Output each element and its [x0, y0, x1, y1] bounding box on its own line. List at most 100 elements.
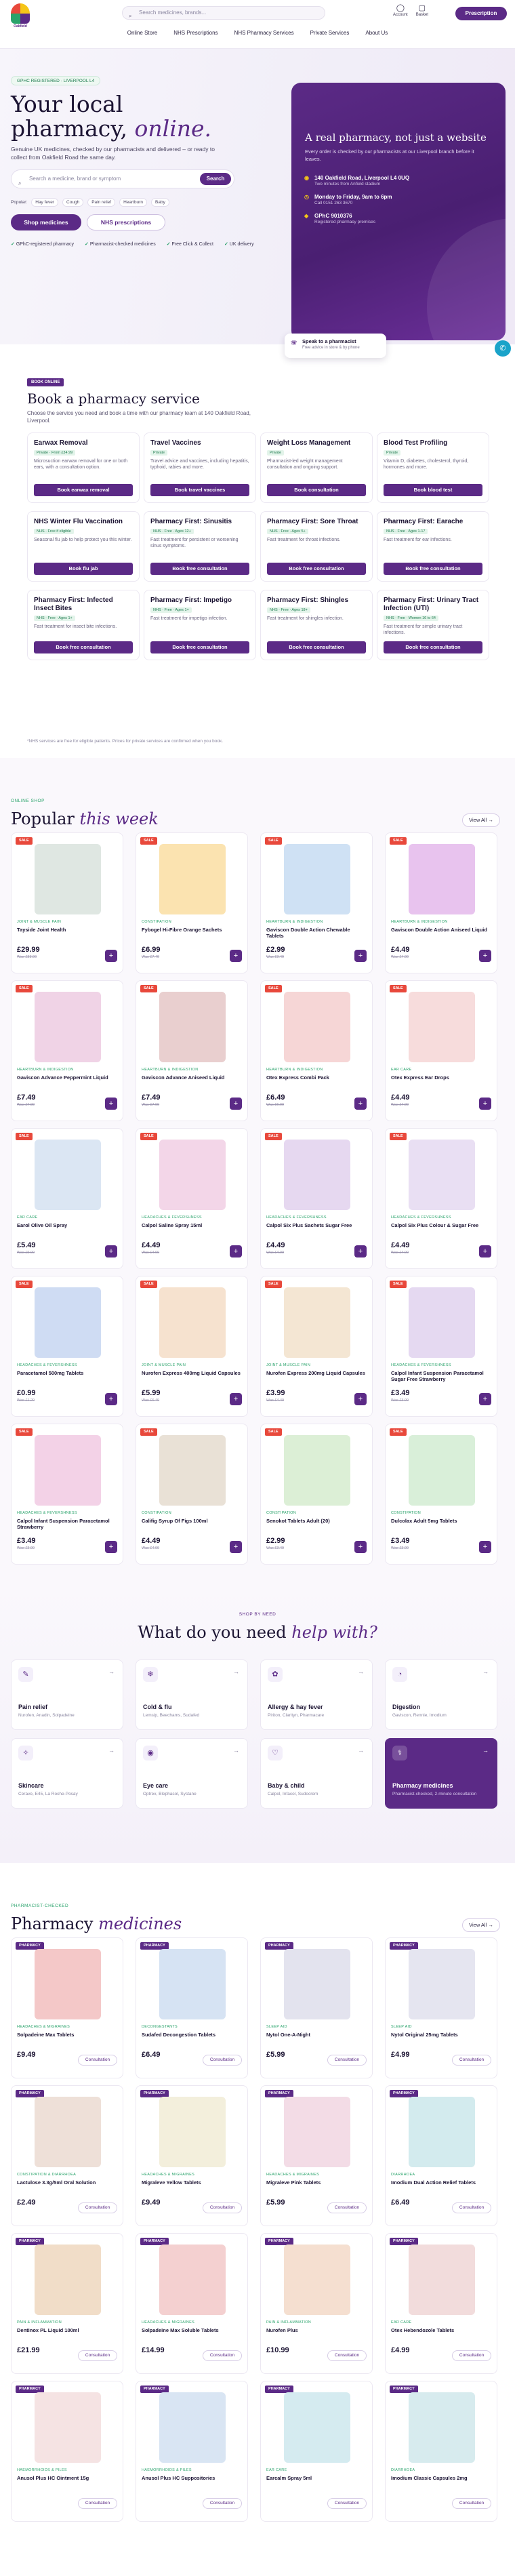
product-image[interactable]: [284, 844, 350, 914]
product-name[interactable]: Calpol Six Plus Sachets Sugar Free: [266, 1222, 368, 1228]
product-name[interactable]: Otex Hebendozole Tablets: [391, 2327, 493, 2333]
product-image[interactable]: [284, 1140, 350, 1210]
product-name[interactable]: Nurofen Express 400mg Liquid Capsules: [142, 1370, 243, 1376]
product-name[interactable]: Califig Syrup Of Figs 100ml: [142, 1518, 243, 1524]
product-name[interactable]: Gaviscon Double Action Aniseed Liquid: [391, 927, 493, 933]
add-to-basket-button[interactable]: +: [354, 950, 367, 962]
product-card[interactable]: SALE HEADACHES & FEVERSHNESS Calpol Infant…: [11, 1424, 123, 1565]
service-book-button[interactable]: Book free consultation: [384, 641, 482, 653]
category-card[interactable]: ✎ → Pain relief Nurofen, Anadin, Solpadeine: [11, 1659, 123, 1730]
product-card[interactable]: SALE HEARTBURN & INDIGESTION Gaviscon Doub…: [385, 832, 497, 973]
add-to-basket-button[interactable]: +: [354, 1245, 367, 1257]
add-to-basket-button[interactable]: +: [105, 1541, 117, 1553]
product-card[interactable]: SALE CONSTIPATION Dulcolax Adult 5mg Table…: [385, 1424, 497, 1565]
add-to-basket-button[interactable]: +: [479, 1393, 491, 1405]
category-card[interactable]: ✧ → Skincare Cerave, E45, La Roche-Posay: [11, 1738, 123, 1809]
product-name[interactable]: Gaviscon Double Action Chewable Tablets: [266, 927, 368, 939]
category-card[interactable]: ❄ → Cold & flu Lemsip, Beechams, Sudafed: [136, 1659, 248, 1730]
category-card[interactable]: ◔ → Digestion Gaviscon, Rennie, Imodium: [385, 1659, 497, 1730]
add-to-basket-button[interactable]: +: [354, 1098, 367, 1110]
product-card[interactable]: PHARMACY HEADACHES & MIGRAINES Solpadeine …: [11, 1937, 123, 2078]
product-image[interactable]: [409, 1140, 475, 1210]
product-name[interactable]: Imodium Classic Capsules 2mg: [391, 2475, 493, 2481]
hero-search-button[interactable]: Search: [200, 173, 231, 185]
nav-nhs-prescriptions[interactable]: NHS Prescriptions: [173, 30, 218, 36]
product-name[interactable]: Otex Express Ear Drops: [391, 1074, 493, 1081]
product-image[interactable]: [409, 844, 475, 914]
product-name[interactable]: Gaviscon Advance Peppermint Liquid: [17, 1074, 119, 1081]
popular-view-all[interactable]: View All →: [462, 813, 500, 827]
product-card[interactable]: SALE HEADACHES & FEVERSHNESS Calpol Six Pl…: [385, 1128, 497, 1269]
product-image[interactable]: [284, 1435, 350, 1506]
hero-search-input[interactable]: ⌕ Search a medicine, brand or symptom Sear…: [11, 169, 234, 188]
add-to-basket-button[interactable]: +: [479, 1098, 491, 1110]
product-image[interactable]: [159, 992, 226, 1062]
consultation-button[interactable]: Consultation: [327, 2055, 367, 2066]
product-card[interactable]: SALE HEARTBURN & INDIGESTION Gaviscon Adva…: [136, 980, 248, 1121]
product-name[interactable]: Senokot Tablets Adult (20): [266, 1518, 368, 1524]
product-image[interactable]: [159, 2392, 226, 2463]
product-card[interactable]: SALE HEADACHES & FEVERSHNESS Calpol Six Pl…: [260, 1128, 373, 1269]
product-card[interactable]: PHARMACY DIARRHOEA Imodium Classic Capsule…: [385, 2381, 497, 2522]
product-name[interactable]: Calpol Saline Spray 15ml: [142, 1222, 243, 1228]
product-name[interactable]: Migraleve Pink Tablets: [266, 2179, 368, 2186]
consultation-button[interactable]: Consultation: [452, 2498, 491, 2509]
product-name[interactable]: Nurofen Express 200mg Liquid Capsules: [266, 1370, 368, 1376]
product-image[interactable]: [409, 992, 475, 1062]
product-card[interactable]: PHARMACY PAIN & INFLAMMATION Dentinox PL L…: [11, 2233, 123, 2374]
service-book-button[interactable]: Book free consultation: [267, 563, 366, 575]
service-book-button[interactable]: Book earwax removal: [34, 484, 133, 496]
product-card[interactable]: PHARMACY HEADACHES & MIGRAINES Migraleve Y…: [136, 2085, 248, 2226]
basket-link[interactable]: ▢ Basket: [416, 4, 428, 17]
product-card[interactable]: SALE EAR CARE Otex Express Ear Drops £4.49 W…: [385, 980, 497, 1121]
add-to-basket-button[interactable]: +: [230, 950, 242, 962]
product-name[interactable]: Tayside Joint Health: [17, 927, 119, 933]
product-image[interactable]: [409, 2097, 475, 2167]
product-card[interactable]: SALE CONSTIPATION Senokot Tablets Adult (2…: [260, 1424, 373, 1565]
product-card[interactable]: PHARMACY SLEEP AID Nytol Original 25mg Tab…: [385, 1937, 497, 2078]
category-card[interactable]: ✿ → Allergy & hay fever Piriton, Clarityn, …: [260, 1659, 373, 1730]
consultation-button[interactable]: Consultation: [78, 2202, 117, 2213]
product-image[interactable]: [159, 1287, 226, 1358]
product-card[interactable]: SALE HEARTBURN & INDIGESTION Otex Express …: [260, 980, 373, 1121]
product-image[interactable]: [159, 844, 226, 914]
product-image[interactable]: [159, 1949, 226, 2019]
product-name[interactable]: Nytol Original 25mg Tablets: [391, 2032, 493, 2038]
product-image[interactable]: [284, 2245, 350, 2315]
product-image[interactable]: [409, 2392, 475, 2463]
product-image[interactable]: [409, 1949, 475, 2019]
add-to-basket-button[interactable]: +: [230, 1393, 242, 1405]
product-image[interactable]: [35, 844, 101, 914]
product-image[interactable]: [35, 992, 101, 1062]
consultation-button[interactable]: Consultation: [203, 2350, 242, 2361]
consultation-button[interactable]: Consultation: [203, 2498, 242, 2509]
consultation-button[interactable]: Consultation: [452, 2055, 491, 2066]
service-book-button[interactable]: Book free consultation: [150, 563, 249, 575]
product-image[interactable]: [35, 1949, 101, 2019]
product-name[interactable]: Nytol One-A-Night: [266, 2032, 368, 2038]
account-link[interactable]: ◯ Account: [393, 4, 408, 17]
product-card[interactable]: PHARMACY HEADACHES & MIGRAINES Migraleve P…: [260, 2085, 373, 2226]
add-to-basket-button[interactable]: +: [105, 950, 117, 962]
add-to-basket-button[interactable]: +: [354, 1541, 367, 1553]
popular-chip[interactable]: Cough: [62, 198, 84, 207]
add-to-basket-button[interactable]: +: [230, 1541, 242, 1553]
consultation-button[interactable]: Consultation: [78, 2498, 117, 2509]
product-card[interactable]: SALE HEADACHES & FEVERSHNESS Calpol Saline…: [136, 1128, 248, 1269]
consultation-button[interactable]: Consultation: [452, 2202, 491, 2213]
consultation-button[interactable]: Consultation: [203, 2055, 242, 2066]
prescription-button[interactable]: Prescription: [455, 7, 507, 20]
product-image[interactable]: [284, 2392, 350, 2463]
product-card[interactable]: SALE CONSTIPATION Califig Syrup Of Figs 10…: [136, 1424, 248, 1565]
product-card[interactable]: PHARMACY DECONGESTANTS Sudafed Decongestio…: [136, 1937, 248, 2078]
popular-chip[interactable]: Heartburn: [119, 198, 148, 207]
product-card[interactable]: PHARMACY EAR CARE Earcalm Spray 5ml Consult…: [260, 2381, 373, 2522]
product-name[interactable]: Otex Express Combi Pack: [266, 1074, 368, 1081]
shop-medicines-button[interactable]: Shop medicines: [11, 214, 81, 230]
product-name[interactable]: Fybogel Hi-Fibre Orange Sachets: [142, 927, 243, 933]
product-name[interactable]: Solpadeine Max Tablets: [17, 2032, 119, 2038]
product-name[interactable]: Gaviscon Advance Aniseed Liquid: [142, 1074, 243, 1081]
category-card[interactable]: ◉ → Eye care Optrex, Blephasol, Systane: [136, 1738, 248, 1809]
consultation-button[interactable]: Consultation: [203, 2202, 242, 2213]
product-name[interactable]: Earcalm Spray 5ml: [266, 2475, 368, 2481]
